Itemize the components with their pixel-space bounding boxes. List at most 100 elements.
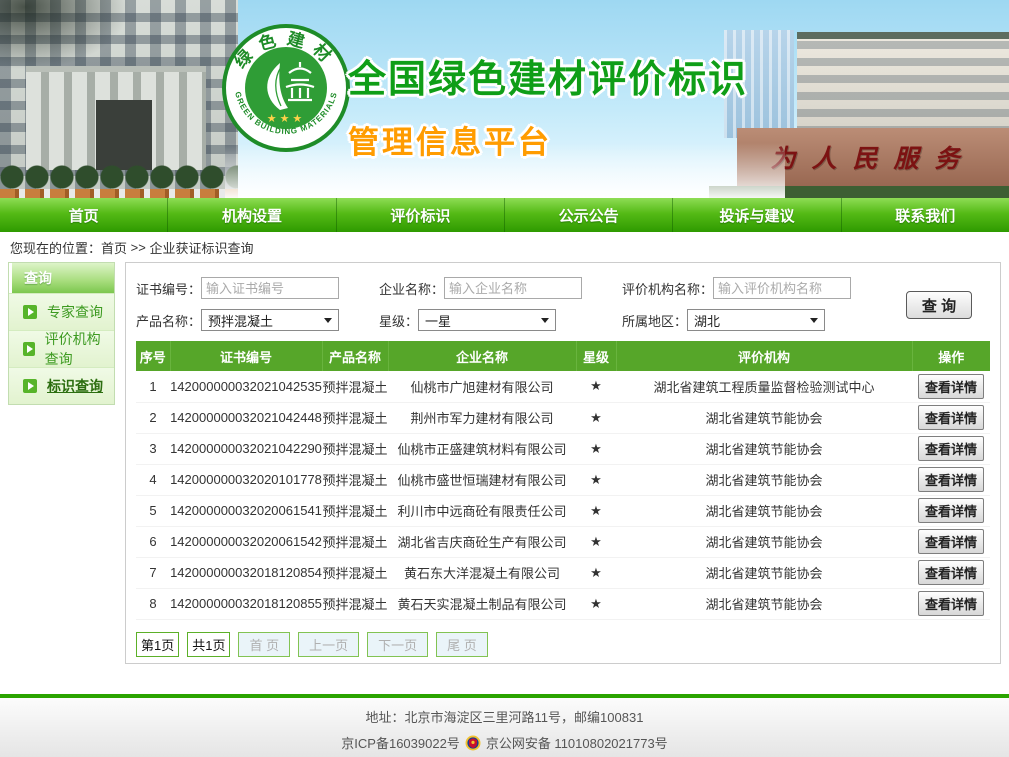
view-details-button[interactable]: 查看详情 [917,373,984,399]
sidebar-item-label: 评价机构查询 [44,331,101,367]
building-entrance [96,100,152,170]
total-pages-indicator: 共1页 [187,631,231,657]
planters-decoration [0,189,238,198]
cert-number-cell: 142000000032018120855 [170,588,322,620]
nav-item[interactable]: 首页 [0,198,169,232]
current-page-indicator: 第1页 [136,631,180,657]
view-details-button[interactable]: 查看详情 [917,498,984,523]
view-details-button[interactable]: 查看详情 [917,436,984,461]
row-index: 6 [136,526,170,558]
footer-police-link[interactable]: 京公网安备 11010802021773号 [486,733,668,752]
product-cell: 预拌混凝土 [322,402,388,434]
table-row: 2 142000000032021042448 预拌混凝土 荆州市军力建材有限公… [136,402,990,434]
footer-icp-link[interactable]: 京ICP备16039022号 [341,733,460,752]
results-table: 序号 证书编号 产品名称 企业名称 星级 评价机构 操作 1 142000000032021… [136,341,990,620]
cert-number-cell: 142000000032018120854 [170,557,322,589]
nav-item[interactable]: 评价标识 [337,198,505,232]
star-cell: ★ [576,371,616,403]
company-name-input[interactable] [444,277,583,299]
sidebar: 查询 专家查询 评价机构查询 标识查询 [8,262,115,405]
svg-text:★★★: ★★★ [267,113,306,125]
main-nav: 首页 机构设置 评价标识 公示公告 投诉与建议 联系我们 [0,198,1009,232]
region-select[interactable]: 湖北 [687,309,826,331]
header-banner: 为人民服务 ★★★ 绿色建材 GREEN BUILDING MATERIALS … [0,0,1009,198]
pagination: 第1页 共1页 首 页 上一页 下一页 尾 页 [136,631,990,657]
view-details-button[interactable]: 查看详情 [917,560,984,585]
product-cell: 预拌混凝土 [322,433,388,465]
product-cell: 预拌混凝土 [322,526,388,558]
company-name-label: 企业名称： [379,281,445,297]
nav-item-label: 公示公告 [558,207,619,225]
nav-item-label: 机构设置 [221,207,282,225]
company-cell: 仙桃市正盛建筑材料有限公司 [388,433,576,465]
row-index: 8 [136,588,170,620]
star-cell: ★ [576,557,616,589]
view-details-button[interactable]: 查看详情 [917,529,984,554]
row-index: 1 [136,371,170,403]
product-name-select[interactable]: 预拌混凝土 [201,309,340,331]
search-form: 证书编号： 企业名称： 评价机构名称： 产品名称： 预拌混凝土 [136,277,990,331]
nav-item[interactable]: 联系我们 [842,198,1009,232]
nav-item[interactable]: 投诉与建议 [673,198,842,232]
cert-number-label: 证书编号： [136,281,202,297]
view-details-button[interactable]: 查看详情 [917,405,984,430]
last-page-button[interactable]: 尾 页 [436,631,488,657]
company-cell: 仙桃市广旭建材有限公司 [388,371,576,403]
police-badge-icon [465,734,481,751]
row-index: 3 [136,433,170,465]
search-button[interactable]: 查 询 [906,291,972,319]
star-cell: ★ [576,526,616,558]
next-page-button[interactable]: 下一页 [367,631,429,657]
company-name-group: 企业名称： [379,277,622,299]
product-cell: 预拌混凝土 [322,588,388,620]
star-cell: ★ [576,588,616,620]
table-row: 3 142000000032021042290 预拌混凝土 仙桃市正盛建筑材料有… [136,433,990,465]
sidebar-item-label-query[interactable]: 标识查询 [9,367,114,404]
chevron-down-icon [810,317,819,323]
cert-number-cell: 142000000032021042535 [170,371,322,403]
table-header-cell: 企业名称 [388,341,577,371]
cert-number-cell: 142000000032020101778 [170,464,322,496]
nav-item-label: 投诉与建议 [719,207,795,225]
table-header-cell: 评价机构 [616,341,913,371]
table-row: 1 142000000032021042535 预拌混凝土 仙桃市广旭建材有限公… [136,371,990,403]
site-title: 全国绿色建材评价标识 [348,59,749,101]
star-cell: ★ [576,495,616,527]
table-row: 4 142000000032020101778 预拌混凝土 仙桃市盛世恒瑞建材有… [136,464,990,496]
table-header-row: 序号 证书编号 产品名称 企业名称 星级 评价机构 操作 [136,341,990,371]
agency-name-input[interactable] [713,277,852,299]
sidebar-item-agency-query[interactable]: 评价机构查询 [9,330,114,367]
main-panel: 证书编号： 企业名称： 评价机构名称： 产品名称： 预拌混凝土 [125,262,1001,664]
green-building-materials-logo-icon: ★★★ 绿色建材 GREEN BUILDING MATERIALS [220,22,352,154]
sidebar-item-label: 标识查询 [47,378,103,394]
prev-page-button[interactable]: 上一页 [298,631,360,657]
table-header-cell: 证书编号 [170,341,323,371]
table-body: 1 142000000032021042535 预拌混凝土 仙桃市广旭建材有限公… [136,371,990,620]
arrow-bullet-icon [23,342,35,356]
arrow-bullet-icon [23,305,37,319]
star-cell: ★ [576,402,616,434]
site-subtitle: 管理信息平台 [348,125,552,160]
region-group: 所属地区： 湖北 [622,309,880,331]
view-details-button[interactable]: 查看详情 [917,591,984,616]
agency-name-label: 评价机构名称： [622,281,714,297]
cert-number-input[interactable] [201,277,340,299]
first-page-button[interactable]: 首 页 [238,631,291,657]
nav-item[interactable]: 公示公告 [505,198,674,232]
stone-sign-text: 为人民服务 [770,145,976,173]
agency-cell: 湖北省建筑节能协会 [616,495,912,527]
footer: 地址：北京市海淀区三里河路11号，邮编100831 京ICP备16039022号… [0,694,1009,757]
agency-cell: 湖北省建筑节能协会 [616,557,912,589]
nav-item-label: 评价标识 [390,207,451,225]
region-value: 湖北 [694,313,721,329]
arrow-bullet-icon [23,379,37,393]
nav-item[interactable]: 机构设置 [168,198,337,232]
table-row: 6 142000000032020061542 预拌混凝土 湖北省吉庆商砼生产有… [136,526,990,558]
sidebar-item-expert-query[interactable]: 专家查询 [9,293,114,330]
breadcrumb-home-link[interactable]: 首页 [101,238,127,257]
star-level-label: 星级： [379,313,419,329]
cert-number-cell: 142000000032020061541 [170,495,322,527]
star-level-select[interactable]: 一星 [418,309,557,331]
view-details-button[interactable]: 查看详情 [917,467,984,492]
company-cell: 利川市中远商砼有限责任公司 [388,495,576,527]
